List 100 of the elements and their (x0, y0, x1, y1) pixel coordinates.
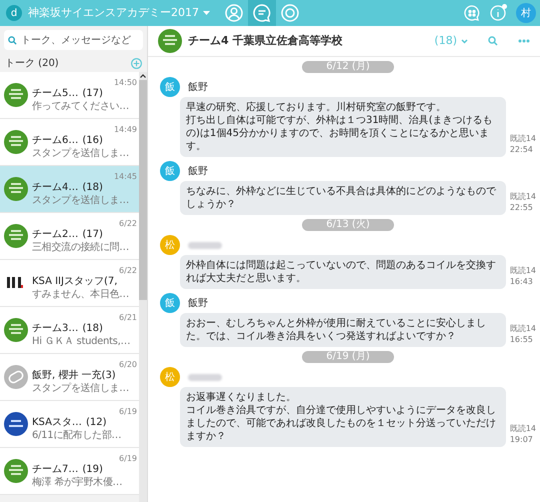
team-avatar-icon (158, 29, 182, 53)
talk-time: 6/21 (119, 312, 137, 322)
message-text: お返事遅くなりました。 (186, 391, 297, 404)
message-time: 22:55 (510, 202, 534, 213)
message-text: コイル巻き治具ですが、自分達で使用しやすいようにデータを改良しましたので、可能であれば改良したものを１セット分送っていただけますか？ (186, 404, 497, 443)
team-avatar-icon (4, 130, 28, 154)
member-count: (19) (82, 462, 103, 476)
read-receipt: 既読14 (510, 191, 536, 202)
talk-item[interactable]: 14:45 チーム4… (18) スタンプを送信しま… (0, 166, 139, 213)
talk-time: 6/22 (119, 218, 137, 228)
talk-name: チーム2… (32, 228, 78, 240)
talk-name: チーム3… (32, 322, 78, 334)
message-text: おおー、むしろちゃんと外枠が使用に耐えていることに安心しました。では、コイル巻き治具をいくつ発送すればよいですか？ (186, 317, 487, 343)
talk-preview: Hi ＧＫＡ students,… (32, 334, 132, 348)
team-avatar-icon (4, 224, 28, 248)
sender-avatar: 飯 (160, 293, 180, 313)
talk-time: 6/19 (119, 406, 137, 416)
member-count: (16) (82, 134, 103, 146)
talk-item[interactable]: 14:50 チーム5… (17) 作ってみてください… (0, 72, 139, 119)
talk-item[interactable]: 6/21 チーム3… (18) Hi ＧＫＡ students,… (0, 307, 139, 354)
person-icon (225, 4, 243, 22)
talk-time: 14:49 (114, 124, 137, 134)
message-time: 19:07 (510, 434, 534, 445)
talk-time: 14:45 (114, 172, 137, 180)
date-pill: 6/12 (月) (302, 61, 394, 73)
staff-avatar-icon (4, 412, 28, 436)
search-icon[interactable] (488, 36, 498, 46)
read-receipt: 既読14 (510, 133, 536, 144)
more-icon[interactable] (518, 39, 530, 43)
info-icon (490, 5, 506, 21)
message-time: 22:54 (510, 144, 534, 155)
search-field[interactable]: トーク、メッセージなど (4, 30, 143, 50)
apps-button[interactable] (464, 5, 480, 21)
sender-name: 飯野 (188, 164, 208, 178)
message-time: 16:55 (510, 334, 534, 345)
talk-name: チーム6… (32, 134, 78, 146)
scrollbar[interactable] (139, 72, 147, 502)
talk-name: チーム4… (32, 180, 78, 194)
blurred-name (188, 242, 222, 248)
talk-preview: 梅澤 希が宇野木優… (32, 476, 124, 488)
scroll-up-icon[interactable] (139, 72, 147, 80)
sender-avatar: 松 (160, 235, 180, 255)
member-count: (18) (82, 180, 103, 194)
sender-avatar: 飯 (160, 161, 180, 181)
message-text: ちなみに、外枠などに生じている不具合は具体的にどのようなものでしょうか？ (186, 185, 497, 211)
search-icon (8, 36, 17, 44)
apps-icon (464, 5, 480, 21)
message-text: 外枠自体には問題は起こっていないので、問題のあるコイルを交換すれば大丈夫だと思います。 (186, 259, 497, 285)
talk-preview: 作ってみてください… (32, 100, 130, 112)
team-avatar-icon (4, 459, 28, 483)
talk-time: 6/20 (119, 360, 137, 368)
talk-item[interactable]: 14:49 チーム6… (16) スタンプを送信しま… (0, 119, 139, 166)
stamp-avatar-icon (4, 365, 28, 389)
talk-preview: 6/11に配布した部… (32, 428, 122, 442)
read-receipt: 既読14 (510, 423, 536, 434)
member-count: (12) (86, 416, 106, 428)
talk-name: 飯野, 櫻井 一充(3) (32, 368, 116, 382)
member-count: (18) (82, 322, 103, 334)
read-receipt: 既読14 (510, 323, 536, 334)
talk-time: 14:50 (114, 78, 137, 86)
talk-preview: すみません、本日色… (32, 288, 130, 300)
talk-name: チーム7… (32, 462, 78, 476)
talk-item[interactable]: 6/20 飯野, 櫻井 一充(3) スタンプを送信しま… (0, 354, 139, 401)
date-pill: 6/19 (月) (302, 351, 394, 363)
talk-time: 6/19 (119, 454, 137, 462)
chat-title: チーム4 千葉県立佐倉高等学校 (188, 32, 342, 49)
chevron-down-icon (461, 38, 468, 44)
message-text: 早速の研究、応援しております。川村研究室の飯野です。 (186, 101, 447, 114)
talk-item[interactable]: 6/19 チーム7… (19) 梅澤 希が宇野木優… (0, 448, 139, 495)
talk-time: 6/22 (119, 266, 137, 274)
chat-icon (253, 4, 271, 22)
sender-avatar: 飯 (160, 77, 180, 97)
talk-preview: スタンプを送信しま… (32, 194, 130, 206)
talk-name: チーム5… (32, 86, 78, 100)
talk-item[interactable]: 6/22 KSA IIJスタッフ(7, すみません、本日色… (0, 260, 139, 307)
sender-name: 飯野 (188, 296, 208, 310)
add-icon[interactable] (131, 58, 142, 68)
nav-tab[interactable] (248, 0, 276, 26)
talk-item[interactable]: 6/19 KSAスタ… (12) 6/11に配布した部… (0, 401, 139, 448)
team-avatar-icon (4, 83, 28, 107)
sender-name: 飯野 (188, 80, 208, 94)
scroll-thumb[interactable] (139, 80, 147, 300)
talk-preview: スタンプを送信しま… (32, 382, 130, 394)
team-avatar-icon (4, 318, 28, 342)
message-text: 打ち出し自体は可能ですが、外枠は１つ31時間、治具(まきつけるもの)は1個45分かかりますので、お時間を頂くことになるかと思います。 (186, 114, 494, 153)
member-count: (17) (82, 86, 103, 100)
target-icon (281, 4, 299, 22)
sender-avatar: 松 (160, 367, 180, 387)
talk-item[interactable]: 6/22 チーム2… (17) 三相交流の接続に問… (0, 213, 139, 260)
team-avatar-icon (4, 177, 28, 201)
date-pill: 6/13 (火) (302, 219, 394, 231)
talk-preview: 三相交流の接続に問… (32, 240, 130, 254)
talk-preview: スタンプを送信しま… (32, 146, 130, 160)
member-count: (17) (82, 228, 103, 240)
caret-icon (203, 11, 210, 15)
app-logo: d (6, 5, 22, 21)
info-button[interactable] (490, 5, 506, 21)
blurred-name (188, 374, 222, 380)
talk-heading: トーク (20) (5, 56, 59, 70)
talk-name: KSA IIJスタッフ(7, (32, 274, 118, 288)
